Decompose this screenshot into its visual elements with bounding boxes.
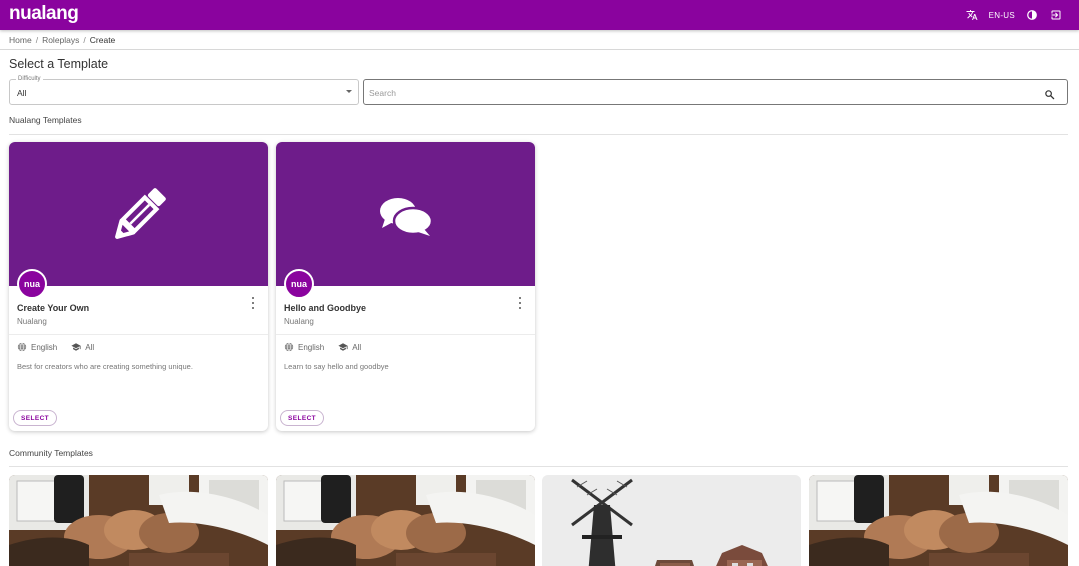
more-vert-icon[interactable] xyxy=(250,296,256,310)
difficulty-label: Difficulty xyxy=(16,75,43,83)
graduation-cap-icon xyxy=(71,343,81,351)
card-hero xyxy=(9,142,268,286)
card-description: Learn to say hello and goodbye xyxy=(284,362,389,371)
card-divider xyxy=(276,334,535,335)
card-language: English xyxy=(298,342,325,352)
community-card[interactable] xyxy=(276,475,535,566)
breadcrumb-home[interactable]: Home xyxy=(9,35,32,45)
community-card[interactable] xyxy=(809,475,1068,566)
search-input[interactable] xyxy=(369,85,1029,100)
difficulty-select[interactable]: Difficulty All xyxy=(9,75,359,105)
community-card[interactable] xyxy=(542,475,801,566)
avatar: nua xyxy=(284,269,314,299)
select-button[interactable]: SELECT xyxy=(280,410,325,426)
search-icon[interactable] xyxy=(1044,87,1055,100)
card-language: English xyxy=(31,342,58,352)
search-field[interactable] xyxy=(363,79,1068,105)
avatar: nua xyxy=(17,269,47,299)
section-title-community: Community Templates xyxy=(9,448,93,458)
card-meta: English All xyxy=(284,342,361,352)
card-description: Best for creators who are creating somet… xyxy=(17,362,193,371)
breadcrumb: Home / Roleplays / Create xyxy=(0,30,1079,50)
chevron-down-icon xyxy=(346,90,352,93)
page-title: Select a Template xyxy=(9,57,109,71)
teamwork-fists-image xyxy=(276,475,535,566)
teamwork-fists-image xyxy=(9,475,268,566)
card-hero xyxy=(276,142,535,286)
brightness-icon[interactable] xyxy=(1025,8,1039,22)
card-divider xyxy=(9,334,268,335)
pencil-icon xyxy=(115,188,166,239)
top-bar-actions: EN-US xyxy=(965,0,1063,30)
breadcrumb-separator: / xyxy=(83,34,86,45)
community-card[interactable] xyxy=(9,475,268,566)
select-button[interactable]: SELECT xyxy=(13,410,58,426)
breadcrumb-current: Create xyxy=(89,34,116,45)
more-vert-icon[interactable] xyxy=(517,296,523,310)
card-author: Nualang xyxy=(17,317,47,326)
globe-icon xyxy=(17,342,27,352)
card-level: All xyxy=(85,342,95,352)
section-divider xyxy=(9,466,1068,467)
card-title: Hello and Goodbye xyxy=(284,303,367,313)
logout-icon[interactable] xyxy=(1049,8,1063,22)
card-author: Nualang xyxy=(284,317,314,326)
breadcrumb-roleplays[interactable]: Roleplays xyxy=(42,35,79,45)
globe-icon xyxy=(284,342,294,352)
translate-icon[interactable] xyxy=(965,8,979,22)
template-card-create-your-own[interactable]: nua Create Your Own Nualang English All … xyxy=(9,142,268,431)
top-app-bar: nualang EN-US xyxy=(0,0,1079,30)
language-code[interactable]: EN-US xyxy=(989,11,1015,20)
windmill-image xyxy=(542,475,801,566)
section-divider xyxy=(9,134,1068,135)
chat-bubbles-icon xyxy=(380,198,434,236)
teamwork-fists-image xyxy=(809,475,1068,566)
card-level: All xyxy=(352,342,362,352)
card-meta: English All xyxy=(17,342,94,352)
template-card-hello-and-goodbye[interactable]: nua Hello and Goodbye Nualang English Al… xyxy=(276,142,535,431)
app-logo[interactable]: nualang xyxy=(9,4,79,24)
breadcrumb-separator: / xyxy=(35,34,39,45)
difficulty-value: All xyxy=(17,88,27,98)
graduation-cap-icon xyxy=(338,343,348,351)
section-title-nualang: Nualang Templates xyxy=(9,115,82,125)
card-title: Create Your Own xyxy=(17,303,90,313)
